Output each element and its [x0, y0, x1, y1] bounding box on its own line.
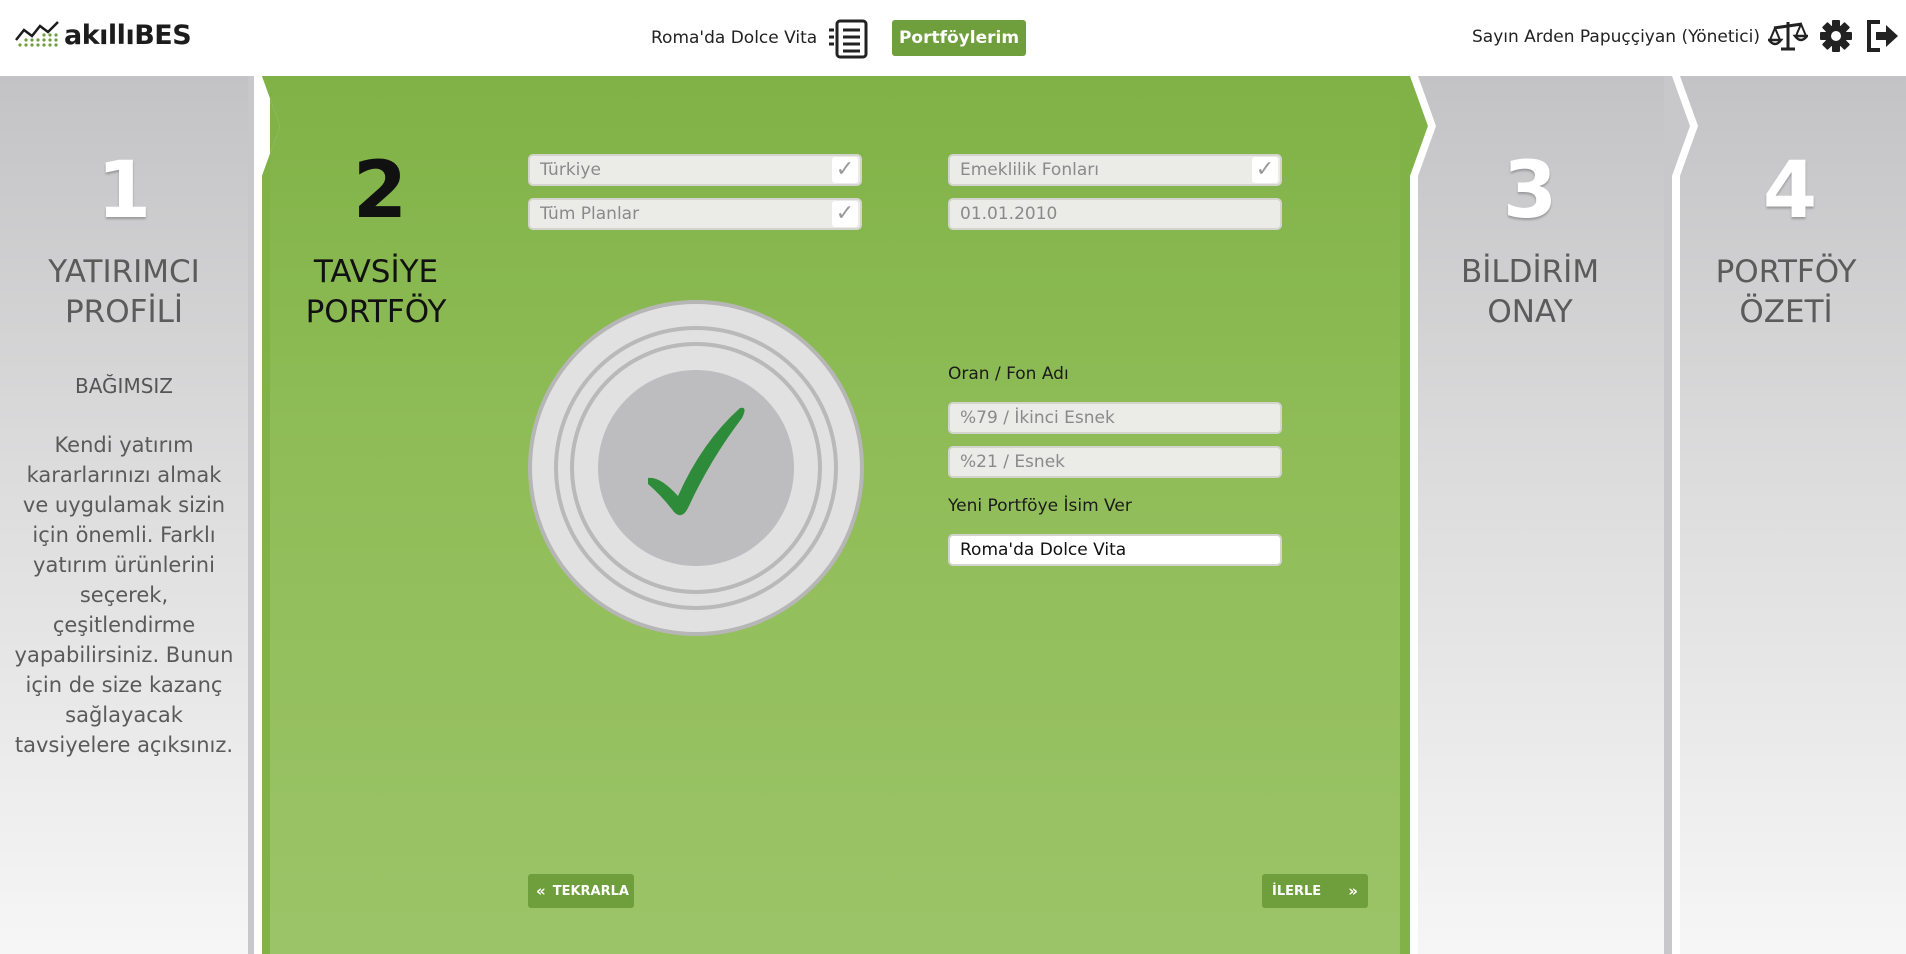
balance-scale-icon[interactable] [1766, 18, 1810, 54]
next-button-label: İLERLE [1272, 883, 1322, 899]
portfolio-name-input[interactable]: Roma'da Dolce Vita [948, 534, 1282, 566]
fund-type-select[interactable]: Emeklilik Fonları ✓ [948, 154, 1282, 186]
step-1-title-line2: PROFİLİ [64, 294, 184, 330]
investor-profile-type: BAĞIMSIZ [75, 374, 173, 398]
step-3-number: 3 [1502, 146, 1558, 236]
step-4-number: 4 [1762, 146, 1818, 236]
portfolio-list-icon[interactable] [828, 18, 870, 60]
step-4-title: PORTFÖY ÖZETİ [1686, 252, 1886, 332]
double-chevron-left-icon: « [536, 882, 546, 900]
fund-1-value: %79 / İkinci Esnek [960, 408, 1115, 428]
step-3-title-line2: ONAY [1487, 294, 1573, 330]
step-divider-1 [248, 76, 280, 954]
investor-profile-description: Kendi yatırım kararlarınızı almak ve uyg… [14, 433, 234, 757]
step-2-title-line2: PORTFÖY [305, 294, 447, 330]
plans-select-value: Tüm Planlar [540, 204, 640, 224]
fund-type-select-value: Emeklilik Fonları [960, 160, 1099, 180]
retry-button-label: TEKRARLA [552, 883, 629, 899]
current-portfolio-name: Roma'da Dolce Vita [651, 28, 818, 48]
step-2-number: 2 [352, 146, 408, 236]
logo[interactable]: akıllıBES [14, 18, 192, 52]
my-portfolios-button[interactable]: Portföylerim [892, 20, 1026, 56]
gear-icon[interactable] [1818, 18, 1858, 54]
next-button[interactable]: İLERLE » [1262, 874, 1368, 908]
checkmark-icon: ✓ [832, 201, 858, 227]
logo-text: akıllıBES [64, 19, 192, 51]
top-bar: akıllıBES Roma'da Dolce Vita Portföyleri… [0, 0, 1906, 76]
success-check-icon [528, 300, 864, 636]
portfolio-name-label: Yeni Portföye İsim Ver [948, 496, 1132, 516]
user-greeting: Sayın Arden Papuççiyan (Yönetici) [1472, 27, 1760, 47]
step-1-title: YATIRIMCI PROFİLİ [0, 252, 248, 332]
step-1-number: 1 [96, 146, 152, 236]
step-2-title: TAVSİYE PORTFÖY [276, 252, 476, 332]
double-chevron-right-icon: » [1348, 882, 1358, 900]
country-select[interactable]: Türkiye ✓ [528, 154, 862, 186]
country-select-value: Türkiye [540, 160, 601, 180]
portfolio-name-value: Roma'da Dolce Vita [960, 540, 1127, 560]
step-3-title-line1: BİLDİRİM [1460, 254, 1600, 290]
step-4-title-line2: ÖZETİ [1739, 294, 1833, 330]
step-3-title: BİLDİRİM ONAY [1430, 252, 1630, 332]
fund-2-value: %21 / Esnek [960, 452, 1065, 472]
fund-2-field[interactable]: %21 / Esnek [948, 446, 1282, 478]
start-date-value: 01.01.2010 [960, 204, 1058, 224]
retry-button[interactable]: « TEKRARLA [528, 874, 634, 908]
fund-1-field[interactable]: %79 / İkinci Esnek [948, 402, 1282, 434]
ratio-fund-label: Oran / Fon Adı [948, 364, 1069, 384]
logout-icon[interactable] [1864, 18, 1904, 54]
logo-chart-icon [14, 18, 60, 52]
checkmark-icon: ✓ [832, 157, 858, 183]
step-1-title-line1: YATIRIMCI [48, 254, 200, 290]
plans-select[interactable]: Tüm Planlar ✓ [528, 198, 862, 230]
step-4-title-line1: PORTFÖY [1715, 254, 1857, 290]
start-date-field[interactable]: 01.01.2010 [948, 198, 1282, 230]
checkmark-icon: ✓ [1252, 157, 1278, 183]
step-2-title-line1: TAVSİYE [313, 254, 439, 290]
